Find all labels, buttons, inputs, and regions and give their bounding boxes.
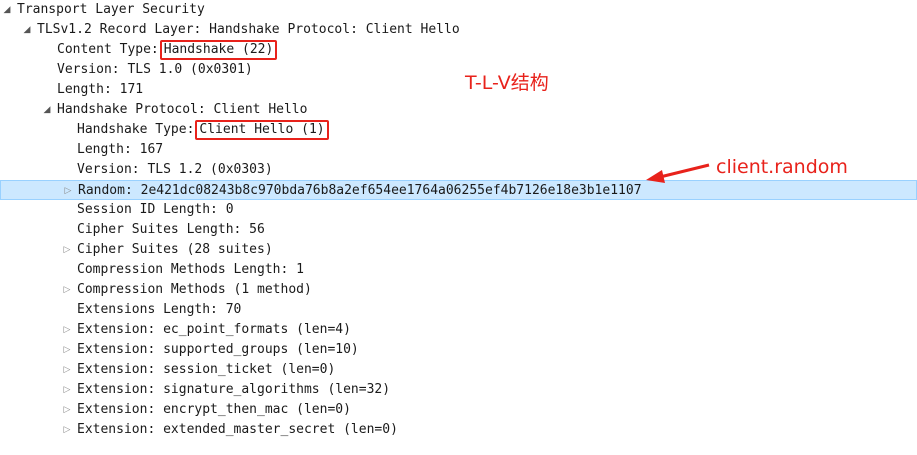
row-text: Extension: encrypt_then_mac (len=0) [77, 402, 351, 417]
tree-row-label: TLSv1.2 Record Layer: Handshake Protocol… [37, 20, 460, 40]
row-text: Compression Methods Length: 1 [77, 262, 304, 277]
triangle-right-icon[interactable]: ▷ [62, 181, 74, 201]
row-text: Random: 2e421dc08243b8c970bda76b8a2ef654… [78, 183, 642, 198]
tree-row-label: Cipher Suites (28 suites) [77, 240, 273, 260]
tree-row[interactable]: Extensions Length: 70 [0, 300, 917, 320]
tree-row[interactable]: ▷ Cipher Suites (28 suites) [0, 240, 917, 260]
tree-row[interactable]: ▷ Extension: session_ticket (len=0) [0, 360, 917, 380]
tree-row[interactable]: Length: 171 [0, 80, 917, 100]
tree-row-label: Length: 171 [57, 80, 143, 100]
triangle-down-icon[interactable]: ◢ [41, 100, 53, 120]
row-text: Transport Layer Security [17, 2, 205, 17]
triangle-right-icon[interactable]: ▷ [61, 420, 73, 440]
tree-row-label: Compression Methods Length: 1 [77, 260, 304, 280]
row-text: Extension: ec_point_formats (len=4) [77, 322, 351, 337]
tlv-annotation: T-L-V结构 [465, 72, 549, 94]
tree-row[interactable]: ▷ Extension: ec_point_formats (len=4) [0, 320, 917, 340]
tree-row-label: Length: 167 [77, 140, 163, 160]
triangle-right-icon[interactable]: ▷ [61, 360, 73, 380]
row-text: Extension: extended_master_secret (len=0… [77, 422, 398, 437]
tree-row[interactable]: ▷ Extension: signature_algorithms (len=32… [0, 380, 917, 400]
tree-row[interactable]: ◢ Transport Layer Security [0, 0, 917, 20]
tree-row[interactable]: ▷ Extension: supported_groups (len=10) [0, 340, 917, 360]
tree-row-label: Content Type: Handshake (22) [57, 40, 278, 60]
row-text: Version: TLS 1.2 (0x0303) [77, 162, 273, 177]
row-text: Cipher Suites (28 suites) [77, 242, 273, 257]
triangle-right-icon[interactable]: ▷ [61, 380, 73, 400]
tree-row[interactable]: Compression Methods Length: 1 [0, 260, 917, 280]
client-random-annotation: client.random [716, 156, 848, 178]
tree-row-label: Handshake Type: Client Hello (1) [77, 120, 329, 140]
triangle-down-icon[interactable]: ◢ [1, 0, 13, 20]
tree-row-label: Transport Layer Security [17, 0, 205, 20]
row-text: Compression Methods (1 method) [77, 282, 312, 297]
row-text: Extension: supported_groups (len=10) [77, 342, 359, 357]
triangle-right-icon[interactable]: ▷ [61, 240, 73, 260]
tree-row[interactable]: ◢ Handshake Protocol: Client Hello [0, 100, 917, 120]
triangle-right-icon[interactable]: ▷ [61, 280, 73, 300]
tree-row-label: Version: TLS 1.2 (0x0303) [77, 160, 273, 180]
row-text: Length: 167 [77, 142, 164, 157]
tree-row[interactable]: Handshake Type: Client Hello (1) [0, 120, 917, 140]
tree-row-label: Extension: signature_algorithms (len=32) [77, 380, 390, 400]
tree-row-label: Random: 2e421dc08243b8c970bda76b8a2ef654… [78, 181, 642, 201]
row-text: Cipher Suites Length: 56 [77, 222, 265, 237]
tree-row-label: Extension: ec_point_formats (len=4) [77, 320, 351, 340]
tree-row-label: Session ID Length: 0 [77, 200, 234, 220]
row-text: Extensions Length: 70 [77, 302, 242, 317]
tree-row[interactable]: ▷ Extension: encrypt_then_mac (len=0) [0, 400, 917, 420]
tree-row[interactable]: ▷ Compression Methods (1 method) [0, 280, 917, 300]
triangle-down-icon[interactable]: ◢ [21, 20, 33, 40]
tree-row-label: Extension: encrypt_then_mac (len=0) [77, 400, 351, 420]
row-text: Content Type: [57, 42, 159, 57]
triangle-right-icon[interactable]: ▷ [61, 400, 73, 420]
tree-row-label: Compression Methods (1 method) [77, 280, 312, 300]
triangle-right-icon[interactable]: ▷ [61, 320, 73, 340]
tree-row-label: Version: TLS 1.0 (0x0301) [57, 60, 253, 80]
row-text: TLSv1.2 Record Layer: Handshake Protocol… [37, 22, 460, 37]
row-text: Length: 171 [57, 82, 144, 97]
row-text: Handshake Protocol: Client Hello [57, 102, 308, 117]
tree-row[interactable]: ◢ TLSv1.2 Record Layer: Handshake Protoco… [0, 20, 917, 40]
tree-row[interactable]: ▷ Extension: extended_master_secret (len=… [0, 420, 917, 440]
row-text: Session ID Length: 0 [77, 202, 234, 217]
tree-row[interactable]: Session ID Length: 0 [0, 200, 917, 220]
triangle-right-icon[interactable]: ▷ [61, 340, 73, 360]
tree-row-label: Extension: session_ticket (len=0) [77, 360, 335, 380]
tree-row-label: Extension: supported_groups (len=10) [77, 340, 359, 360]
row-text: Extension: signature_algorithms (len=32) [77, 382, 391, 397]
highlighted-value: Client Hello (1) [195, 120, 329, 140]
row-text: Extension: session_ticket (len=0) [77, 362, 336, 377]
tree-row-selected[interactable]: ▷ Random: 2e421dc08243b8c970bda76b8a2ef65… [0, 180, 917, 200]
highlighted-value: Handshake (22) [159, 40, 278, 60]
tree-row[interactable]: Cipher Suites Length: 56 [0, 220, 917, 240]
tree-row-label: Extension: extended_master_secret (len=0… [77, 420, 398, 440]
row-text: Version: TLS 1.0 (0x0301) [57, 62, 253, 77]
tree-row[interactable]: Content Type: Handshake (22) [0, 40, 917, 60]
tree-row-label: Handshake Protocol: Client Hello [57, 100, 307, 120]
row-text: Handshake Type: [77, 122, 195, 137]
tree-row-label: Cipher Suites Length: 56 [77, 220, 265, 240]
tree-row[interactable]: Version: TLS 1.0 (0x0301) [0, 60, 917, 80]
tree-row-label: Extensions Length: 70 [77, 300, 241, 320]
